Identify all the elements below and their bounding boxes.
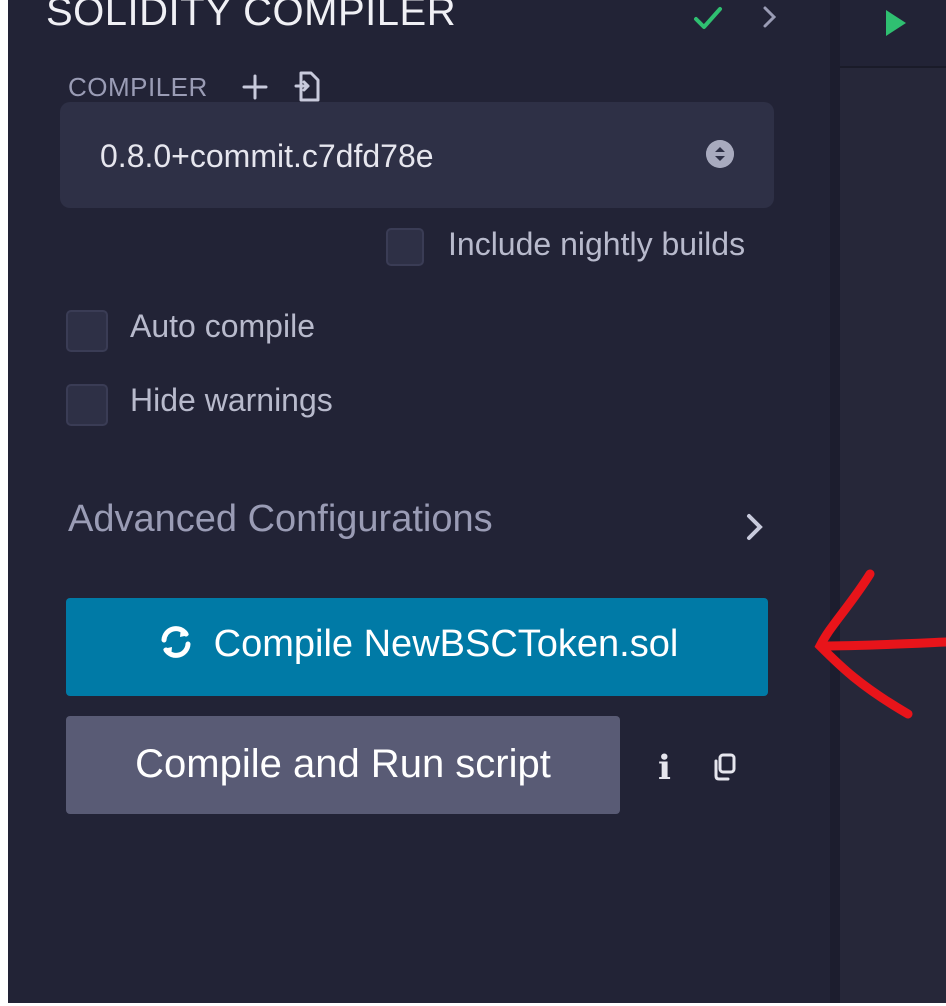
compile-and-run-label: Compile and Run script <box>135 742 551 786</box>
red-arrow-annotation <box>814 569 946 719</box>
select-arrows-icon <box>706 140 734 168</box>
include-nightly-label: Include nightly builds <box>448 226 746 262</box>
solidity-compiler-panel: SOLIDITY COMPILER COMPILER 0.8.0+commit.… <box>8 0 830 1003</box>
include-nightly-checkbox[interactable] <box>386 228 424 266</box>
compiler-version-select[interactable]: 0.8.0+commit.c7dfd78e <box>60 102 774 208</box>
info-icon[interactable]: i <box>658 748 671 788</box>
editor-pane <box>840 0 946 1003</box>
advanced-configurations-toggle[interactable]: Advanced Configurations <box>68 498 493 541</box>
chevron-right-icon[interactable] <box>760 2 780 32</box>
copy-icon[interactable] <box>710 752 738 782</box>
sync-icon <box>161 626 191 658</box>
remix-window: SOLIDITY COMPILER COMPILER 0.8.0+commit.… <box>8 0 946 1003</box>
hide-warnings-checkbox[interactable] <box>66 384 108 426</box>
file-icon[interactable] <box>292 70 322 104</box>
play-icon[interactable] <box>886 10 906 36</box>
chevron-right-icon[interactable] <box>744 510 766 544</box>
editor-toolbar <box>840 0 946 68</box>
compiler-version-value: 0.8.0+commit.c7dfd78e <box>100 138 434 174</box>
panel-divider[interactable] <box>830 0 840 1003</box>
auto-compile-label: Auto compile <box>130 308 315 344</box>
auto-compile-checkbox[interactable] <box>66 310 108 352</box>
compile-and-run-button[interactable]: Compile and Run script <box>66 716 620 814</box>
hide-warnings-label: Hide warnings <box>130 382 333 418</box>
compiler-label: COMPILER <box>68 72 208 102</box>
check-icon <box>694 7 722 29</box>
compile-button[interactable]: Compile NewBSCToken.sol <box>66 598 768 696</box>
plus-icon[interactable] <box>240 72 270 102</box>
panel-title: SOLIDITY COMPILER <box>46 0 457 34</box>
compile-button-label: Compile NewBSCToken.sol <box>213 623 679 665</box>
